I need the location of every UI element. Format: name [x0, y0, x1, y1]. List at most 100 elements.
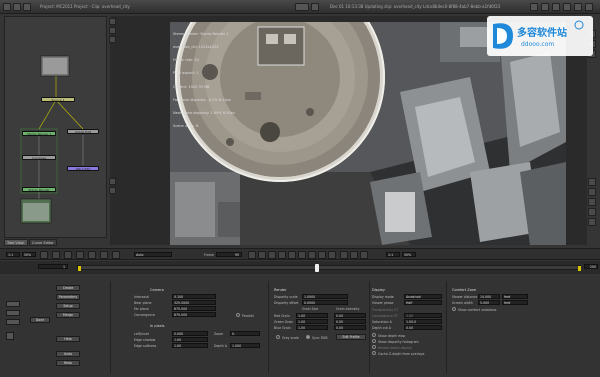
tool-d-icon[interactable] [588, 178, 596, 186]
tab-tree-view[interactable]: Tree View [4, 239, 28, 246]
grid-icon[interactable] [311, 3, 319, 11]
edit-profile-button[interactable]: Edit Profile [336, 334, 366, 340]
playhead[interactable] [315, 264, 319, 272]
layout-icon[interactable] [541, 3, 549, 11]
channel-b-icon[interactable] [112, 251, 120, 259]
disparity-scale-field[interactable]: 1.0000 [302, 294, 348, 299]
saturation-field[interactable]: 1.00.0 [404, 319, 442, 324]
play-icon[interactable] [298, 251, 306, 259]
shift-icon[interactable] [6, 319, 20, 325]
timeline[interactable]: 1 200 [0, 261, 600, 274]
depth-cut-field[interactable]: 0.00 [404, 325, 442, 330]
lock-icon[interactable] [6, 332, 14, 340]
red-grain-intensity[interactable]: 0.00 [334, 313, 366, 318]
tool-zoom-icon[interactable] [109, 36, 116, 43]
histogram-checkbox[interactable] [372, 339, 376, 343]
record-icon[interactable] [340, 251, 348, 259]
step-back-icon[interactable] [258, 251, 266, 259]
step-forward-icon[interactable] [318, 251, 326, 259]
prev-key-icon[interactable] [268, 251, 276, 259]
node-stereo-render[interactable]: Stereo Render 1 [22, 131, 56, 136]
green-grain-size[interactable]: 1.00 [296, 319, 328, 324]
lut-icon[interactable] [76, 251, 84, 259]
play-back-icon[interactable] [278, 251, 286, 259]
screen-width-field[interactable]: 5.000 [478, 300, 500, 305]
left-inset-field[interactable]: 0.000 [172, 331, 208, 336]
create-button[interactable]: Create [56, 285, 80, 291]
convergence-field[interactable]: 670.000 [172, 312, 216, 317]
tool-select-icon[interactable] [109, 18, 116, 25]
setup-button[interactable]: Setup [56, 303, 80, 309]
grey-scale-checkbox[interactable] [276, 335, 280, 339]
red-grain-size[interactable]: 1.00 [296, 313, 328, 318]
undo-button[interactable]: Undo [56, 351, 80, 357]
tab-curve-editor[interactable]: Curve Editor [29, 239, 57, 246]
start-frame-field[interactable]: 1 [38, 264, 68, 269]
cache-zdepth-checkbox[interactable] [372, 351, 376, 355]
viewer-distance-unit[interactable]: feet [502, 294, 528, 299]
done-button[interactable]: Done [30, 317, 50, 323]
screen-width-unit[interactable]: feet [502, 300, 528, 305]
edge-softness-field[interactable]: 1.00 [172, 343, 208, 348]
close-icon[interactable] [585, 3, 593, 11]
zoom-c-field[interactable]: 1:1 [386, 252, 400, 257]
end-frame-field[interactable]: 200 [584, 264, 598, 269]
save-icon[interactable] [23, 3, 31, 11]
tool-f-icon[interactable] [588, 198, 596, 206]
parameters-button[interactable]: Parameters [56, 294, 80, 300]
node-source[interactable]: Source 1 [41, 97, 75, 102]
bounce-icon[interactable] [360, 251, 368, 259]
far-plane-field[interactable]: 670.000 [172, 306, 216, 311]
merge-button[interactable]: Merge [56, 312, 80, 318]
node-render-out[interactable]: Stereo Render [22, 187, 56, 192]
timeline-track[interactable] [77, 264, 581, 272]
display-mode-select[interactable]: Anaglyph [404, 294, 442, 299]
channel-r-icon[interactable] [88, 251, 96, 259]
node-compose[interactable]: Compose [22, 155, 56, 160]
frame-field[interactable]: 95 [216, 252, 242, 257]
tool-e-icon[interactable] [588, 188, 596, 196]
zoom-d-field[interactable]: 50% [402, 252, 416, 257]
status-toggle[interactable] [295, 3, 309, 11]
loop-icon[interactable] [40, 251, 48, 259]
go-start-icon[interactable] [248, 251, 256, 259]
auto-select[interactable]: Auto [134, 252, 172, 257]
comfort-violations-checkbox[interactable] [452, 307, 456, 311]
blue-grain-intensity[interactable]: 0.00 [334, 325, 366, 330]
key-icon[interactable] [350, 251, 358, 259]
tool-h-icon[interactable] [588, 218, 596, 226]
link-icon[interactable] [6, 310, 20, 316]
edge-shadow-field[interactable]: 1.00 [172, 337, 208, 342]
tool-mask-icon[interactable] [109, 187, 116, 194]
disparity-offset-field[interactable]: 0.0000 [302, 300, 348, 305]
refresh-icon[interactable] [563, 3, 571, 11]
parallel-checkbox[interactable] [236, 313, 240, 317]
cache-icon[interactable] [52, 251, 60, 259]
project-icon[interactable] [13, 3, 21, 11]
depth-map-checkbox[interactable] [372, 333, 376, 337]
near-plane-field[interactable]: 325.0000 [172, 300, 216, 305]
proxy-icon[interactable] [64, 251, 72, 259]
zoom-b-field[interactable]: 50% [22, 252, 36, 257]
next-key-icon[interactable] [308, 251, 316, 259]
depth-field[interactable]: 1.000 [230, 343, 260, 348]
stop-icon[interactable] [288, 251, 296, 259]
redo-button[interactable]: Redo [56, 360, 80, 366]
zoom-a-field[interactable]: 1:1 [6, 252, 20, 257]
channel-g-icon[interactable] [100, 251, 108, 259]
viewer-phase-select[interactable]: Half [404, 300, 442, 305]
sync-rgb-checkbox[interactable] [306, 335, 310, 339]
convergence-st-field[interactable]: 1.00 [404, 313, 442, 318]
interaxial-icon[interactable] [6, 301, 20, 307]
help-icon[interactable] [552, 3, 560, 11]
tool-pan-icon[interactable] [109, 27, 116, 34]
render-depth-checkbox[interactable] [372, 345, 376, 349]
options-icon[interactable] [574, 3, 582, 11]
menu-icon[interactable] [3, 3, 11, 11]
node-warp[interactable]: Warp Edit [67, 166, 99, 171]
tool-draw-icon[interactable] [109, 178, 116, 185]
green-grain-intensity[interactable]: 0.00 [334, 319, 366, 324]
node-graph[interactable]: Source 1 Stereo Render 1 Adjust Edit Com… [4, 16, 107, 238]
help-button[interactable]: Help [56, 336, 80, 342]
zoom-field[interactable]: 0. [230, 331, 260, 336]
